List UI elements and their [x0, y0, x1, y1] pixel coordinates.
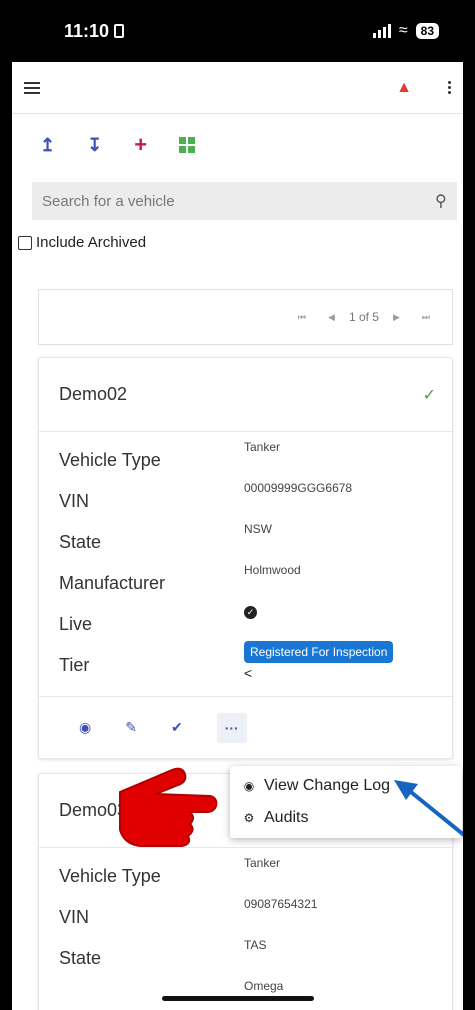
vehicle-card: Demo02 ✓ Vehicle Type Tanker VIN 0000999…: [38, 357, 453, 759]
pointing-hand-icon: [119, 767, 218, 847]
more-actions-button[interactable]: ···: [216, 712, 247, 743]
detail-row: VIN 09087654321: [59, 897, 452, 938]
tier-badge: Registered For Inspection: [244, 641, 394, 663]
notification-bell-icon[interactable]: ▲: [396, 79, 412, 97]
field-label: Vehicle Type: [59, 450, 161, 470]
menu-item-label: Audits: [264, 809, 309, 826]
include-archived: Include Archived: [18, 234, 463, 251]
card-actions: ◉ ✎ ✔ ···: [39, 696, 452, 758]
vin-value: 09087654321: [244, 897, 318, 911]
manufacturer-value: Omega: [244, 979, 284, 993]
add-vehicle-icon[interactable]: +: [134, 134, 147, 156]
detail-row: VIN 00009999GGG6678: [59, 481, 452, 522]
view-icon[interactable]: ◉: [79, 719, 91, 736]
check-icon: ✓: [422, 386, 436, 404]
search-input[interactable]: [42, 192, 436, 210]
sim-icon: [114, 24, 125, 38]
detail-row: Vehicle Type Tanker: [59, 856, 452, 897]
download-icon[interactable]: ↧: [87, 136, 102, 154]
include-archived-checkbox[interactable]: [18, 235, 32, 250]
vin-value: 00009999GGG6678: [244, 481, 353, 495]
field-label: State: [59, 948, 102, 968]
vehicle-name: Demo02: [59, 384, 128, 404]
field-label: VIN: [59, 907, 90, 927]
search-bar: ⚲: [32, 182, 457, 220]
search-icon[interactable]: ⚲: [435, 191, 447, 211]
detail-row: Manufacturer Holmwood: [59, 563, 452, 604]
audit-icon: ⚙: [243, 811, 255, 825]
field-label: Vehicle Type: [59, 866, 161, 886]
status-bar: 11:10 ≈ 83: [12, 0, 463, 62]
field-label: State: [59, 532, 102, 552]
share-icon[interactable]: <: [244, 665, 393, 681]
wifi-icon: ≈: [398, 22, 408, 39]
last-page-icon[interactable]: ⏭: [422, 312, 430, 323]
menu-icon[interactable]: [24, 81, 40, 94]
pointer-arrow-icon: [394, 780, 463, 837]
battery-icon: 83: [415, 23, 439, 39]
detail-row: Vehicle Type Tanker: [59, 440, 452, 481]
signal-icon: [372, 24, 391, 38]
next-page-icon[interactable]: ▶: [393, 312, 400, 323]
first-page-icon[interactable]: ⏮: [298, 312, 306, 323]
edit-icon[interactable]: ✎: [125, 719, 137, 736]
include-archived-label: Include Archived: [36, 234, 147, 251]
detail-row: State NSW: [59, 522, 452, 563]
prev-page-icon[interactable]: ◀: [328, 312, 335, 323]
live-check-icon: ✓: [244, 606, 257, 619]
detail-row: Tier Registered For Inspection <: [59, 641, 452, 686]
state-value: NSW: [244, 522, 272, 536]
field-label: Tier: [59, 655, 90, 675]
verify-icon[interactable]: ✔: [171, 719, 183, 736]
clock-text: 11:10: [64, 20, 110, 41]
vehicle-type-value: Tanker: [244, 856, 281, 870]
qr-code-icon[interactable]: [179, 137, 196, 153]
vehicle-toolbar: ↥ ↧ +: [12, 114, 463, 176]
home-indicator: [162, 996, 314, 1001]
state-value: TAS: [244, 938, 267, 952]
detail-row: Omega: [59, 979, 452, 1010]
field-label: VIN: [59, 491, 90, 511]
eye-icon: ◉: [243, 779, 255, 793]
menu-item-label: View Change Log: [264, 777, 391, 794]
detail-row: State TAS: [59, 938, 452, 979]
app-header: ▲: [12, 62, 463, 114]
upload-icon[interactable]: ↥: [40, 136, 55, 154]
page-count: 1 of 5: [348, 310, 379, 324]
more-options-icon[interactable]: [448, 81, 451, 94]
detail-row: Live ✓: [59, 604, 452, 645]
app-screen: ▲ ↥ ↧ + ⚲ Include Archived ⏮ ◀ 1 of 5 ▶ …: [12, 62, 463, 1010]
manufacturer-value: Holmwood: [244, 563, 301, 577]
vehicle-type-value: Tanker: [244, 440, 281, 454]
field-label: Manufacturer: [59, 573, 166, 593]
field-label: Live: [59, 614, 93, 634]
status-time: 11:10: [64, 20, 125, 42]
pagination: ⏮ ◀ 1 of 5 ▶ ⏭: [38, 289, 453, 345]
